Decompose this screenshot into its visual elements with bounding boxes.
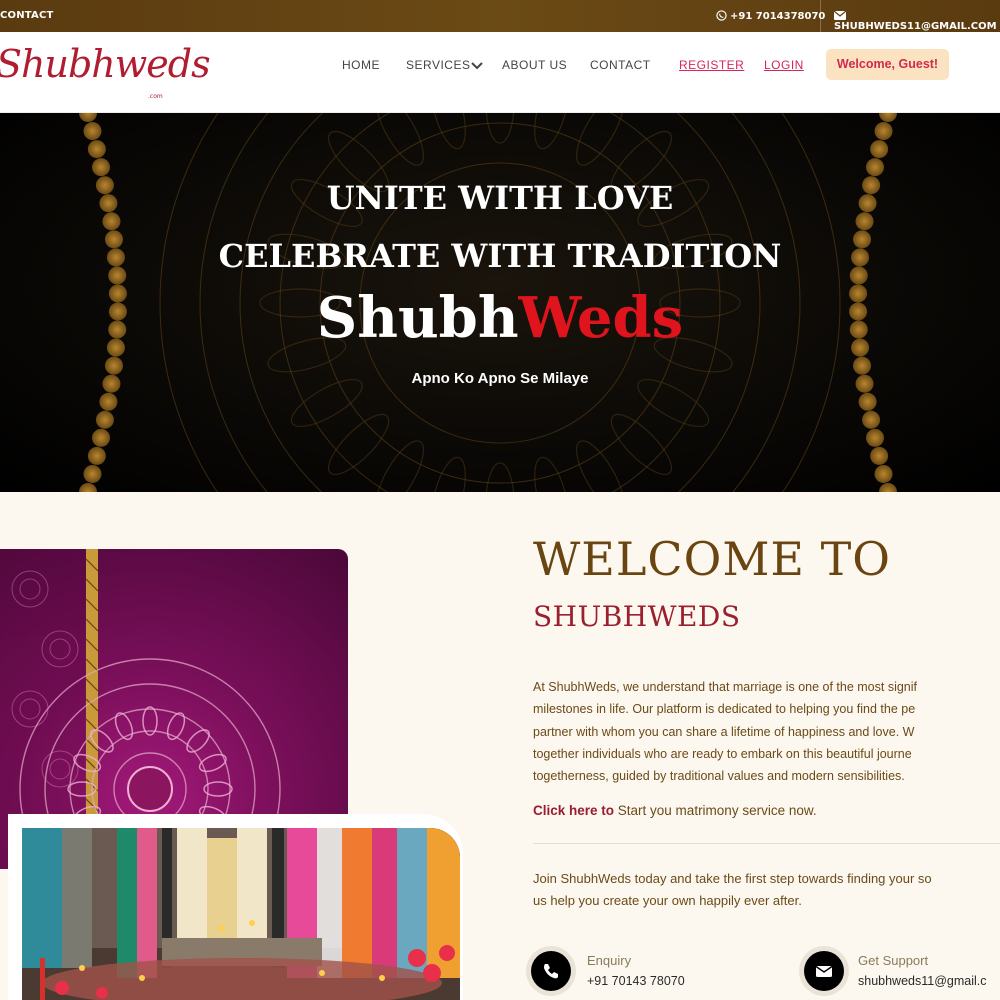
hero-brand-part1: Shubh — [316, 285, 519, 351]
support-value[interactable]: shubhweds11@gmail.c — [858, 974, 987, 988]
welcome-subtitle: SHUBHWEDS — [533, 600, 741, 633]
logo-text: Shubhweds — [0, 42, 211, 86]
welcome-title: WELCOME TO — [533, 532, 892, 586]
cta-text: Start you matrimony service now. — [614, 803, 817, 818]
welcome-paragraph: At ShubhWeds, we understand that marriag… — [533, 676, 1000, 787]
divider — [533, 843, 1000, 844]
support-email-button[interactable] — [804, 951, 844, 991]
site-logo[interactable]: Shubhweds — [0, 42, 211, 86]
whatsapp-icon — [716, 10, 727, 21]
hero-brand-part2: Weds — [518, 285, 684, 351]
topbar-phone[interactable]: +91 7014378070 — [716, 10, 825, 22]
welcome-section: WELCOME TO SHUBHWEDS At ShubhWeds, we un… — [0, 492, 1000, 1000]
topbar-email-text: SHUBHWEDS11@GMAIL.COM — [834, 21, 997, 32]
nav-about-us[interactable]: ABOUT US — [502, 58, 567, 72]
hero-brand: ShubhWeds — [0, 285, 1000, 351]
nav-contact[interactable]: CONTACT — [590, 58, 651, 72]
hero-line-2: CELEBRATE WITH TRADITION — [218, 237, 782, 275]
welcome-guest-badge[interactable]: Welcome, Guest! — [826, 49, 949, 80]
nav-login[interactable]: LOGIN — [764, 58, 804, 72]
envelope-icon — [815, 965, 833, 977]
hero-tagline: Apno Ko Apno Se Milaye — [411, 370, 589, 387]
hero-banner: UNITE WITH LOVE CELEBRATE WITH TRADITION… — [0, 113, 1000, 492]
nav-services[interactable]: SERVICES — [406, 58, 470, 72]
nav-home[interactable]: HOME — [342, 58, 380, 72]
nav-register[interactable]: REGISTER — [679, 58, 744, 72]
enquiry-value[interactable]: +91 70143 78070 — [587, 974, 685, 988]
join-line: us help you create your own happily ever… — [533, 893, 802, 908]
paragraph-line: togetherness, guided by traditional valu… — [533, 769, 905, 784]
logo-suffix: .com — [148, 93, 163, 100]
chevron-down-icon[interactable] — [470, 58, 484, 72]
topbar-email[interactable]: SHUBHWEDS11@GMAIL.COM — [833, 10, 1000, 32]
enquiry-phone-button[interactable] — [531, 951, 571, 991]
navbar: Shubhweds .com HOME SERVICES ABOUT US CO… — [0, 32, 1000, 113]
click-here-link[interactable]: Click here to — [533, 803, 614, 818]
phone-icon — [544, 964, 558, 979]
top-bar: CONTACT +91 7014378070 SHUBHWEDS11@GMAIL… — [0, 0, 1000, 32]
mail-icon — [833, 10, 847, 20]
topbar-phone-text: +91 7014378070 — [730, 11, 826, 22]
support-label: Get Support — [858, 953, 929, 968]
hero-line-1: UNITE WITH LOVE — [326, 179, 674, 217]
enquiry-label: Enquiry — [587, 953, 632, 968]
cta-line: Click here to Start you matrimony servic… — [533, 803, 817, 818]
topbar-divider — [820, 0, 821, 32]
join-paragraph: Join ShubhWeds today and take the first … — [533, 868, 932, 912]
paragraph-line: together individuals who are ready to em… — [533, 746, 912, 761]
paragraph-line: partner with whom you can share a lifeti… — [533, 724, 915, 739]
paragraph-line: At ShubhWeds, we understand that marriag… — [533, 680, 918, 694]
wedding-decor-photo — [22, 828, 460, 1000]
topbar-contact-label[interactable]: CONTACT — [0, 10, 54, 21]
paragraph-line: milestones in life. Our platform is dedi… — [533, 702, 916, 717]
join-line: Join ShubhWeds today and take the first … — [533, 871, 932, 886]
